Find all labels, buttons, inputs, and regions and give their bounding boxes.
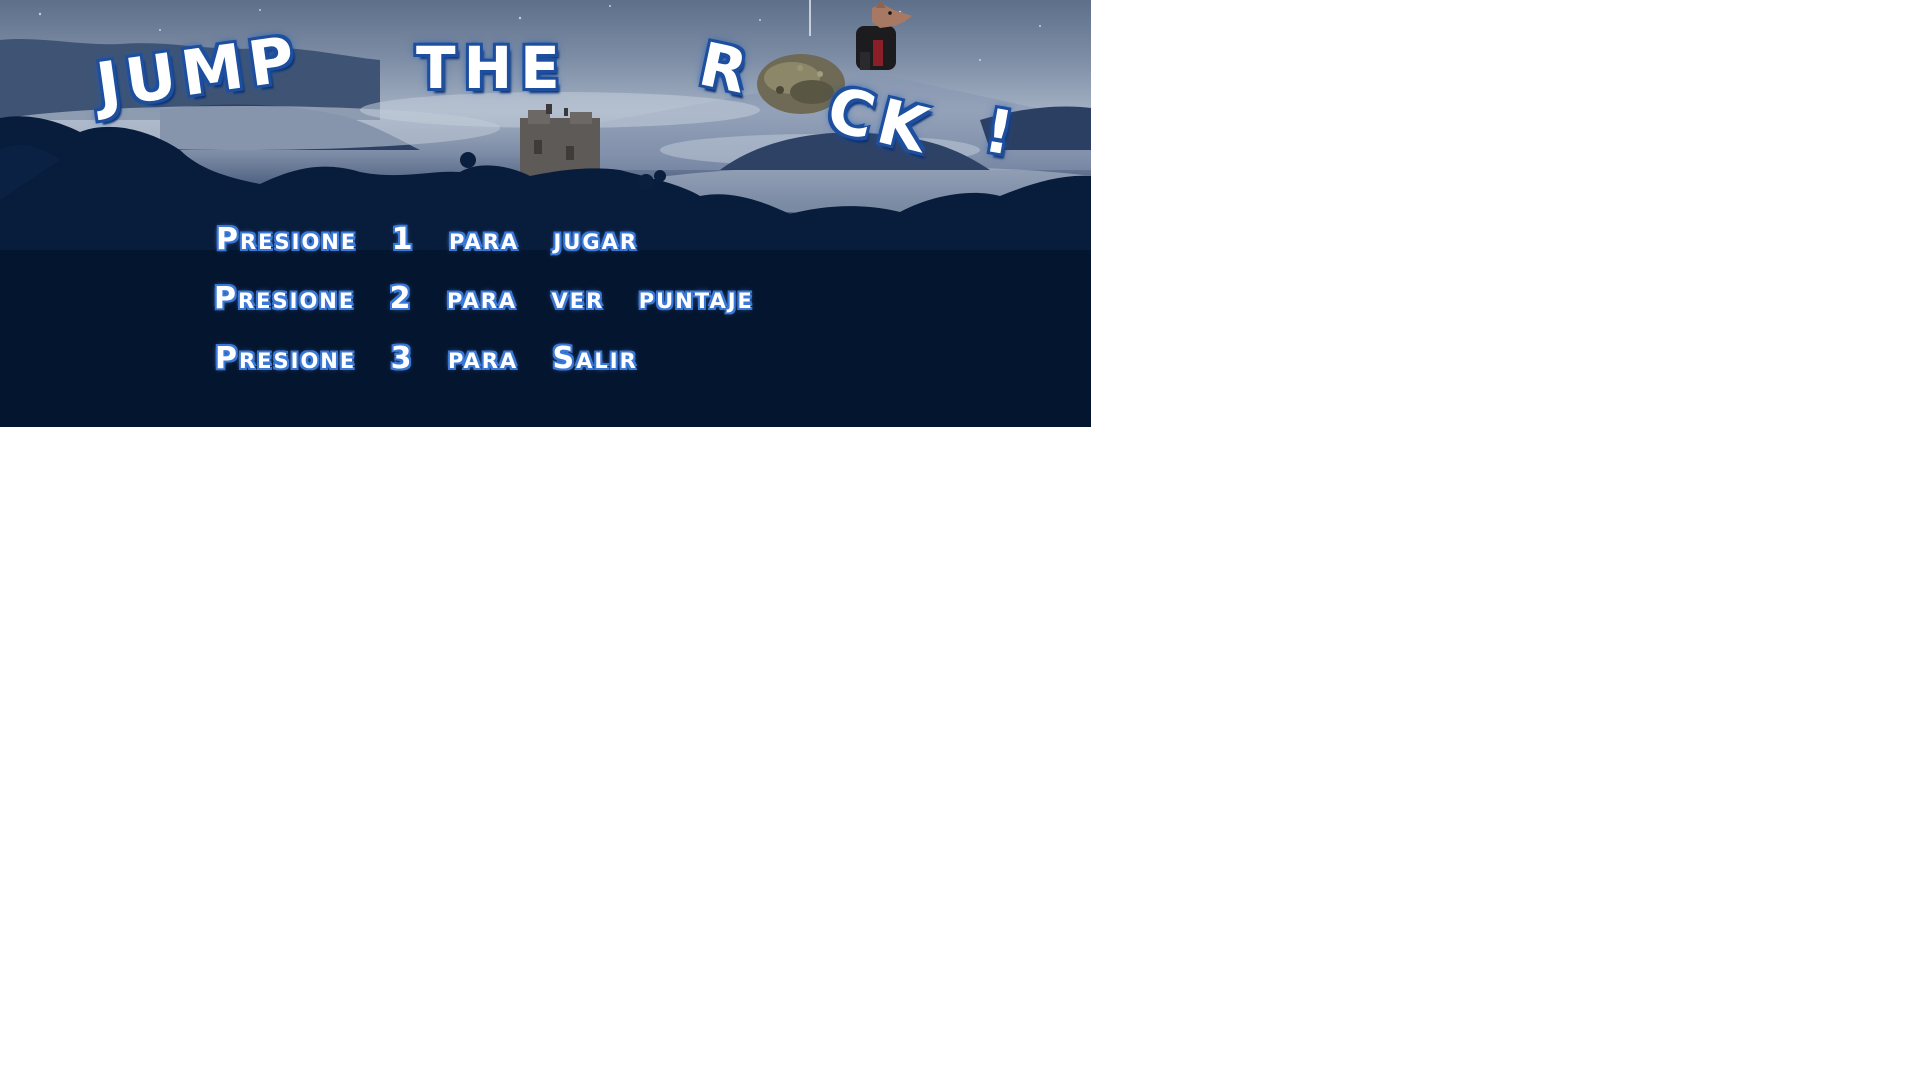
- title-word-the: THE: [416, 34, 568, 102]
- menu-option-play[interactable]: Presione 1 para jugar: [216, 222, 638, 257]
- menu-option-exit[interactable]: Presione 3 para Salir: [215, 341, 638, 376]
- game-window[interactable]: JUMP THE R CK ! Presione 1 para jugar Pr…: [0, 0, 1091, 427]
- menu-option-scores[interactable]: Presione 2 para ver puntaje: [214, 281, 754, 316]
